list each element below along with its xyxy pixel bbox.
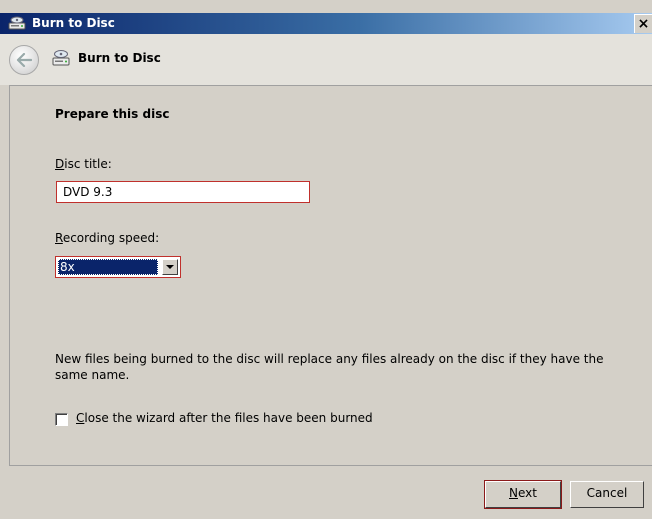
disc-title-label-accel: D <box>55 157 65 171</box>
close-wizard-label[interactable]: Close the wizard after the files have be… <box>76 411 373 425</box>
disc-title-label: Disc title: <box>55 157 112 171</box>
burn-disc-icon <box>51 48 71 68</box>
cancel-button[interactable]: Cancel <box>570 481 644 508</box>
next-button-accel: N <box>509 486 518 500</box>
back-arrow-icon <box>16 53 32 67</box>
disc-title-input[interactable] <box>56 181 310 203</box>
recording-speed-label-accel: R <box>55 231 63 245</box>
title-bar: Burn to Disc × <box>0 13 652 34</box>
recording-speed-value: 8x <box>58 259 158 275</box>
recording-speed-select[interactable]: 8x <box>55 256 181 278</box>
close-wizard-checkbox[interactable] <box>55 413 68 426</box>
dropdown-arrow-icon[interactable] <box>162 259 178 275</box>
close-button[interactable]: × <box>634 14 652 33</box>
close-wizard-label-text: lose the wizard after the files have bee… <box>84 411 373 425</box>
next-button[interactable]: Next <box>484 480 562 509</box>
back-button[interactable] <box>9 45 39 75</box>
burn-to-disc-window: Burn to Disc × Burn to Disc Prepare this… <box>0 0 652 519</box>
disc-title-label-text: isc title: <box>64 157 112 171</box>
info-text: New files being burned to the disc will … <box>55 352 604 382</box>
window-title: Burn to Disc <box>32 16 115 30</box>
burn-disc-icon <box>8 15 26 31</box>
section-heading: Prepare this disc <box>55 107 170 121</box>
wizard-content: Prepare this disc Disc title: Recording … <box>9 85 652 466</box>
navigation-bar: Burn to Disc <box>0 34 652 85</box>
recording-speed-label-text: ecording speed: <box>62 231 160 245</box>
next-button-text: ext <box>518 486 537 500</box>
recording-speed-label: Recording speed: <box>55 231 159 245</box>
page-title: Burn to Disc <box>78 51 161 65</box>
